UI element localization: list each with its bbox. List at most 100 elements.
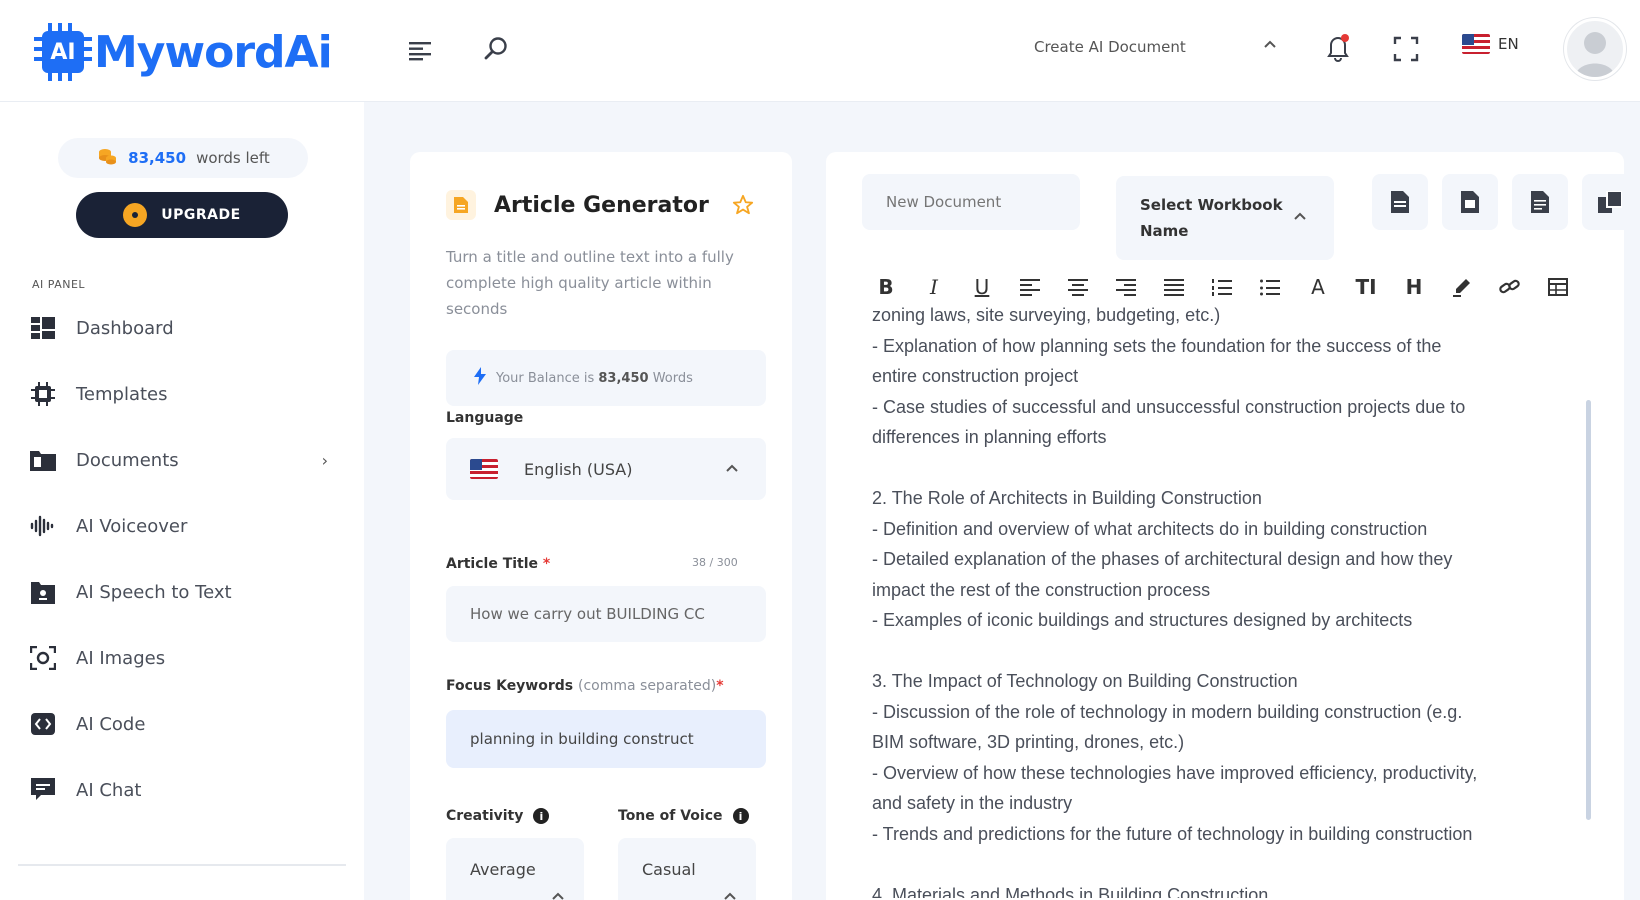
editor-line: 2. The Role of Architects in Building Co… (872, 488, 1262, 508)
favorite-star-icon[interactable] (732, 194, 754, 220)
editor-line: - Detailed explanation of the phases of … (872, 549, 1453, 569)
chip-icon (28, 379, 58, 409)
heading-icon[interactable]: H (1390, 270, 1438, 304)
align-center-icon[interactable] (1054, 270, 1102, 304)
brand-logo[interactable]: AI MywordAi (34, 20, 333, 84)
sidebar-item-ai-speech-to-text[interactable]: AI Speech to Text (28, 572, 338, 612)
document-icon (446, 190, 476, 220)
notification-bell-icon[interactable] (1322, 30, 1354, 66)
tone-of-voice-select[interactable]: Casual (618, 838, 756, 900)
export-word-button[interactable] (1442, 174, 1498, 230)
upgrade-button[interactable]: UPGRADE (76, 192, 288, 238)
editor-scrollbar[interactable] (1586, 400, 1591, 820)
language-select[interactable]: English (USA) (446, 438, 766, 500)
sidebar-item-ai-voiceover[interactable]: AI Voiceover (28, 506, 338, 546)
editor-line: zoning laws, site surveying, budgeting, … (872, 305, 1221, 325)
sidebar-item-templates[interactable]: Templates (28, 374, 338, 414)
editor-line: 4. Materials and Methods in Building Con… (872, 884, 1269, 899)
workbook-select[interactable]: Select Workbook Name (1116, 176, 1334, 260)
table-icon[interactable] (1534, 270, 1582, 304)
formatting-toolbar: B I U A TI H (862, 270, 1582, 304)
focus-keywords-input[interactable] (446, 710, 766, 768)
sidebar-item-ai-images[interactable]: AI Images (28, 638, 338, 678)
chevron-up-icon (1292, 206, 1308, 232)
sidebar: 83,450 words left UPGRADE AI PANEL Dashb… (0, 102, 364, 900)
chevron-right-icon: › (321, 450, 328, 470)
editor-line: - Explanation of how planning sets the f… (872, 335, 1442, 356)
brand-name: MywordAi (94, 26, 333, 78)
coins-icon (96, 146, 118, 170)
document-name-input[interactable] (862, 174, 1080, 230)
info-icon[interactable]: i (732, 808, 749, 824)
font-size-icon[interactable]: TI (1342, 270, 1390, 304)
editor-line: - Discussion of the role of technology i… (872, 701, 1463, 722)
align-right-icon[interactable] (1102, 270, 1150, 304)
creativity-select[interactable]: Average (446, 838, 584, 900)
copy-icon (1598, 191, 1622, 213)
create-ai-document-menu[interactable]: Create AI Document (1034, 38, 1186, 56)
sidebar-item-dashboard[interactable]: Dashboard (28, 308, 338, 348)
user-avatar[interactable] (1564, 18, 1626, 80)
editor-line: - Examples of iconic buildings and struc… (872, 610, 1413, 630)
sidebar-divider (18, 864, 346, 866)
dashboard-icon (28, 313, 58, 343)
generator-description: Turn a title and outline text into a ful… (446, 248, 734, 318)
editor-line: and safety in the industry (872, 793, 1073, 813)
info-icon[interactable]: i (533, 808, 550, 824)
document-editor-panel: Select Workbook Name B I U (826, 152, 1624, 900)
align-left-icon[interactable] (1006, 270, 1054, 304)
ordered-list-icon[interactable] (1198, 270, 1246, 304)
fullscreen-icon[interactable] (1390, 33, 1422, 65)
search-icon[interactable] (480, 33, 512, 65)
chat-icon (28, 775, 58, 805)
editor-line: 3. The Impact of Technology on Building … (872, 671, 1298, 691)
underline-icon[interactable]: U (958, 270, 1006, 304)
top-bar: AI MywordAi Create AI Document EN (0, 0, 1640, 102)
chevron-up-icon (550, 888, 566, 900)
font-color-icon[interactable]: A (1294, 270, 1342, 304)
italic-icon[interactable]: I (910, 270, 958, 304)
export-pdf-button[interactable] (1372, 174, 1428, 230)
language-switcher[interactable]: EN (1462, 34, 1519, 54)
ai-panel-heading: AI PANEL (32, 278, 86, 291)
editor-content[interactable]: zoning laws, site surveying, budgeting, … (872, 300, 1562, 898)
camera-icon (28, 643, 58, 673)
editor-line: entire construction project (872, 366, 1079, 386)
text-file-icon (1531, 191, 1549, 213)
chevron-up-icon[interactable] (1262, 36, 1278, 56)
speech-file-icon (28, 577, 58, 607)
folder-icon (28, 445, 58, 475)
menu-toggle-icon[interactable] (404, 36, 436, 66)
bullet-list-icon[interactable] (1246, 270, 1294, 304)
sidebar-item-ai-code[interactable]: AI Code (28, 704, 338, 744)
chip-logo-icon: AI (34, 23, 92, 81)
editor-line: impact the rest of the construction proc… (872, 579, 1211, 600)
export-text-button[interactable] (1512, 174, 1568, 230)
link-icon[interactable] (1486, 270, 1534, 304)
editor-line: - Overview of how these technologies hav… (872, 762, 1478, 783)
article-generator-panel: Article Generator Turn a title and outli… (410, 152, 792, 900)
pdf-file-icon (1391, 191, 1409, 213)
tone-of-voice-label: Tone of Voice i (618, 808, 749, 824)
bold-icon[interactable]: B (862, 270, 910, 304)
generator-header: Article Generator (446, 190, 709, 220)
sidebar-item-ai-chat[interactable]: AI Chat (28, 770, 338, 810)
lightning-icon (474, 367, 486, 389)
us-flag-icon (470, 459, 498, 479)
code-icon (28, 709, 58, 739)
copy-button[interactable] (1582, 174, 1624, 230)
article-title-label: Article Title * (446, 556, 551, 572)
editor-line: - Definition and overview of what archit… (872, 518, 1428, 539)
sidebar-item-documents[interactable]: Documents › (28, 440, 338, 480)
align-justify-icon[interactable] (1150, 270, 1198, 304)
creativity-label: Creativity i (446, 808, 550, 824)
article-title-input[interactable] (446, 586, 766, 642)
editor-line: - Trends and predictions for the future … (872, 823, 1473, 844)
highlighter-icon[interactable] (1438, 270, 1486, 304)
balance-info: Your Balance is 83,450 Words (446, 350, 766, 406)
us-flag-icon (1462, 34, 1490, 54)
coin-icon (123, 203, 148, 227)
